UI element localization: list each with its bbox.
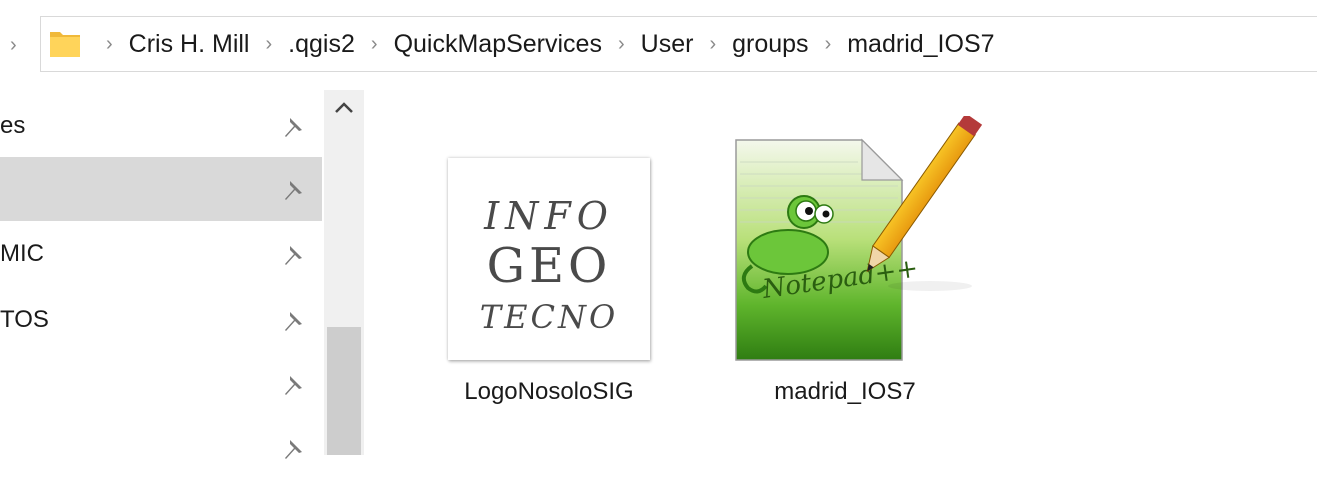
pin-icon[interactable] xyxy=(281,308,307,334)
nav-item-quick-access[interactable] xyxy=(0,416,322,480)
nav-item-quick-access[interactable]: MIC xyxy=(0,222,322,286)
chevron-right-icon[interactable]: › xyxy=(250,33,289,56)
chevron-right-icon[interactable]: › xyxy=(602,33,641,56)
chevron-right-icon[interactable]: › xyxy=(106,33,129,56)
breadcrumb-item[interactable]: groups xyxy=(732,30,808,59)
nav-item-label: TOS xyxy=(0,306,49,333)
navigation-pane: es MIC TOS xyxy=(0,90,322,459)
scroll-up-arrow-icon[interactable] xyxy=(332,98,356,118)
chevron-right-icon[interactable]: › xyxy=(693,33,732,56)
nav-item-quick-access[interactable] xyxy=(0,352,322,416)
breadcrumb-item[interactable]: Cris H. Mill xyxy=(129,30,250,59)
breadcrumb-item[interactable]: User xyxy=(641,30,694,59)
chevron-right-icon[interactable]: › xyxy=(355,33,394,56)
folder-icon xyxy=(50,32,80,57)
pin-icon[interactable] xyxy=(281,242,307,268)
chevron-right-icon[interactable]: › xyxy=(809,33,848,56)
breadcrumb-item[interactable]: .qgis2 xyxy=(288,30,355,59)
pin-icon[interactable] xyxy=(281,177,307,203)
thumbnail-text: TECNO xyxy=(479,298,619,336)
pin-icon[interactable] xyxy=(281,436,307,462)
notepad-plus-plus-document-icon[interactable]: Notepad++ xyxy=(730,116,990,366)
breadcrumb-item[interactable]: QuickMapServices xyxy=(394,30,602,59)
thumbnail-text: GEO xyxy=(486,238,612,294)
file-thumbnail[interactable]: INFO GEO TECNO xyxy=(448,158,650,360)
nav-item-label: es xyxy=(0,112,26,139)
nav-item-quick-access[interactable] xyxy=(0,157,322,221)
back-chevron-icon[interactable]: › xyxy=(10,34,17,57)
pin-icon[interactable] xyxy=(281,114,307,140)
file-name-label[interactable]: madrid_IOS7 xyxy=(740,378,950,406)
breadcrumb: › Cris H. Mill › .qgis2 › QuickMapServic… xyxy=(106,16,995,72)
nav-item-quick-access[interactable]: TOS xyxy=(0,288,322,352)
thumbnail-text: INFO xyxy=(484,194,614,238)
nav-item-quick-access[interactable]: es xyxy=(0,94,322,158)
breadcrumb-item[interactable]: madrid_IOS7 xyxy=(847,30,994,59)
nav-scrollbar[interactable] xyxy=(324,90,364,455)
file-name-label[interactable]: LogoNosoloSIG xyxy=(444,378,654,406)
nav-item-label: MIC xyxy=(0,240,44,267)
pin-icon[interactable] xyxy=(281,372,307,398)
scrollbar-thumb[interactable] xyxy=(327,327,361,455)
